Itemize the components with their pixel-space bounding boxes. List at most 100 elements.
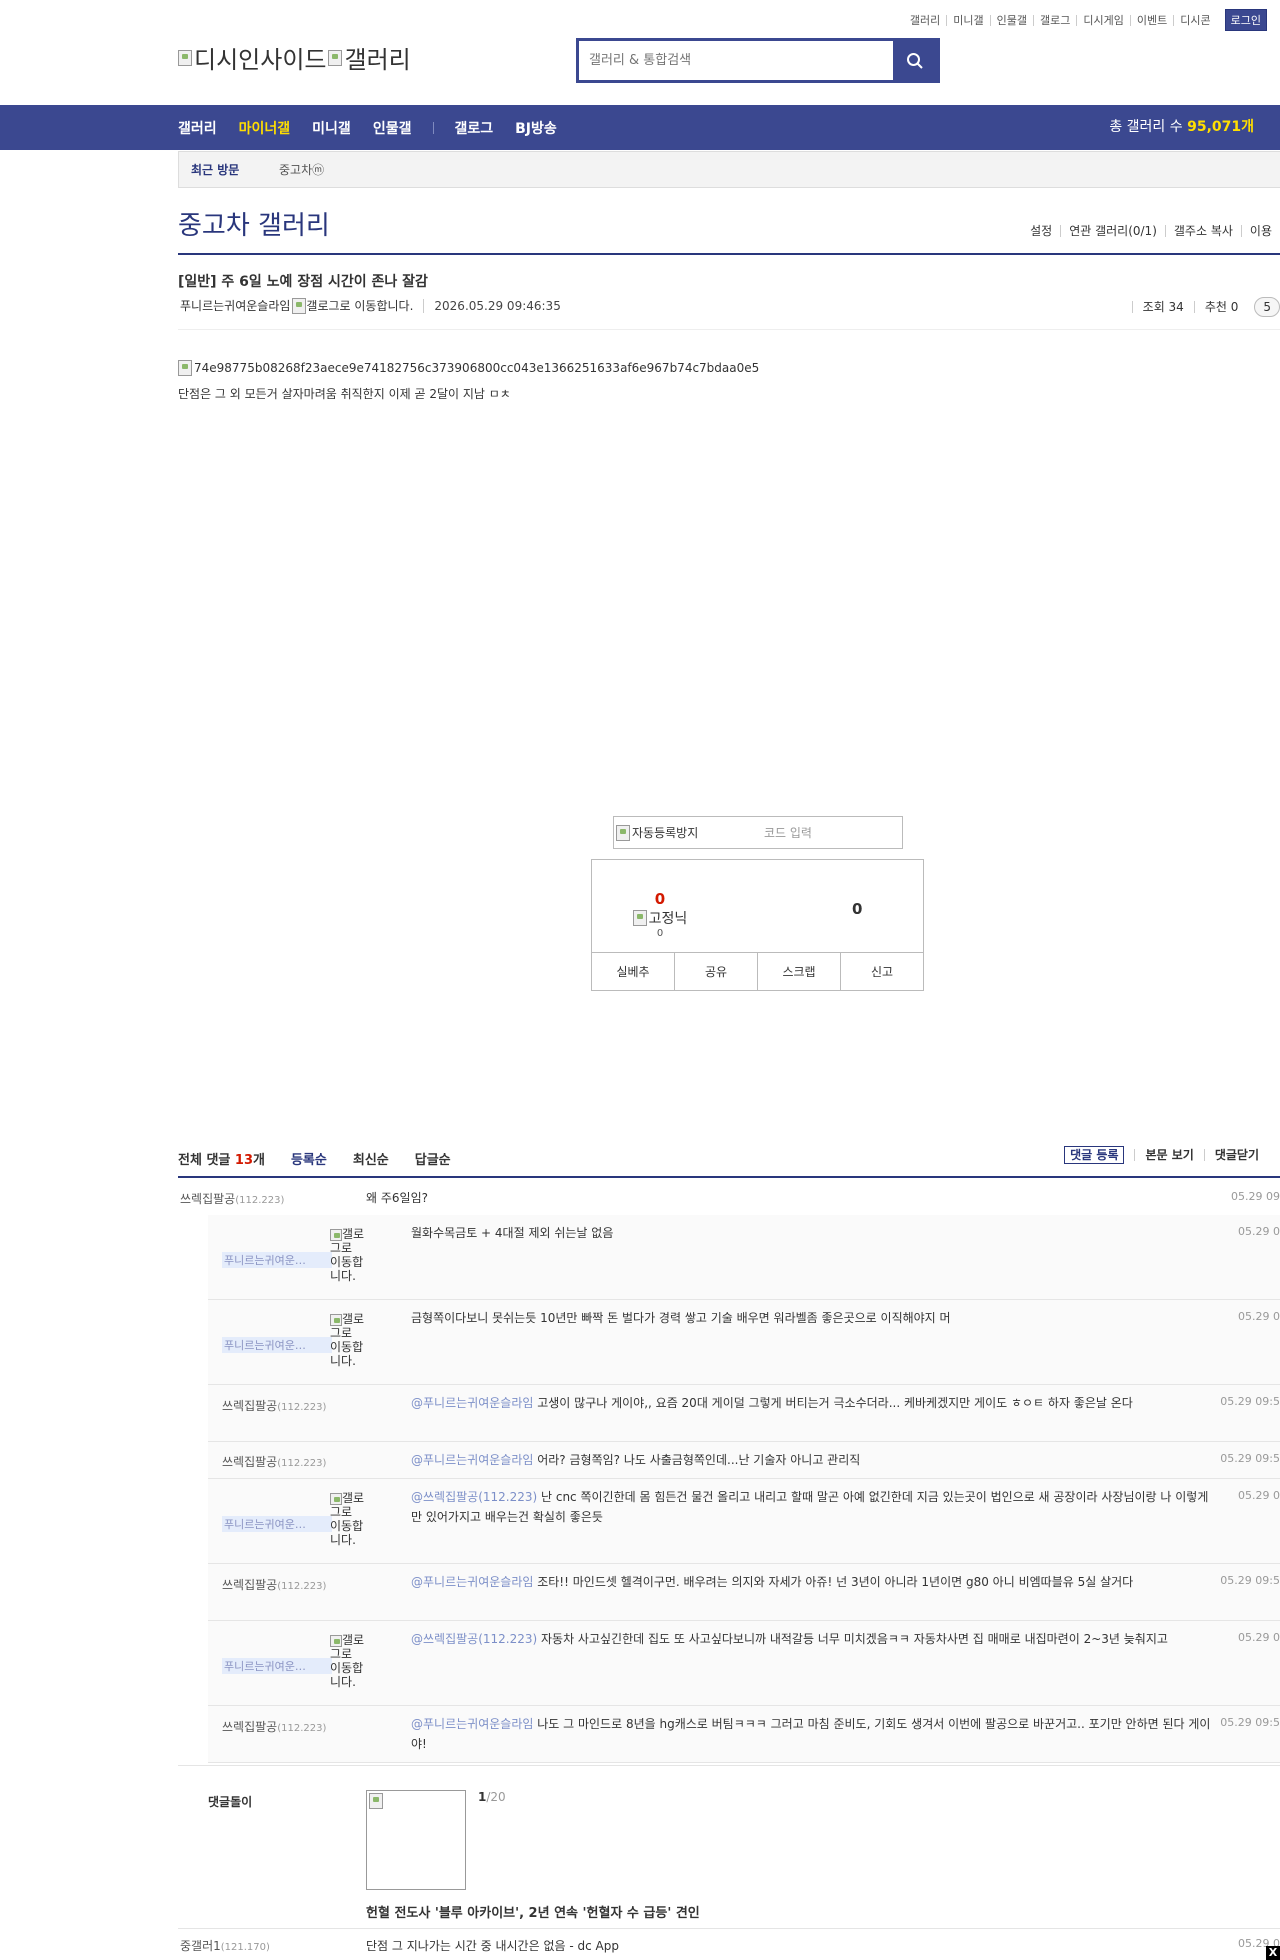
- gallery-title[interactable]: 중고차 갤러리: [178, 205, 330, 242]
- reply-ip: (112.223): [277, 1458, 327, 1469]
- reply-row: 쓰렉집팔공(112.223) @푸니르는귀여운슬라임 조타!! 마인드셋 헬격이…: [208, 1564, 1280, 1621]
- top-utility-nav: 갤러리 미니갤 인물갤 갤로그 디시게임 이벤트 디시콘 로그인: [904, 9, 1267, 31]
- post-image: 74e98775b08268f23aece9e74182756c37390680…: [178, 360, 759, 376]
- captcha-input[interactable]: 코드 입력: [764, 824, 812, 841]
- recommend-up[interactable]: 0 고정닉 0: [632, 890, 688, 939]
- nav-gallog[interactable]: 갤로그: [454, 118, 493, 138]
- topnav-gallery-link[interactable]: 갤러리: [904, 15, 946, 26]
- bot-headline-link[interactable]: 헌혈 전도사 '블루 아카이브', 2년 연속 '헌혈자 수 급등' 견인: [366, 1902, 700, 1921]
- post-divider: [178, 329, 1280, 330]
- broken-image-icon: [632, 910, 647, 926]
- reply-row: 푸니르는귀여운… 갤로그로 이동합니다. 금형쪽이다보니 못쉬는듯 10년만 빠…: [208, 1300, 1280, 1385]
- site-logo[interactable]: 디시인사이드 갤러리: [178, 40, 411, 75]
- silbe-recommend-button[interactable]: 실베추: [592, 953, 674, 990]
- gallog-link-alt[interactable]: 갤로그로 이동합니다.: [306, 297, 413, 314]
- fixed-nick-label: 고정닉: [648, 911, 688, 927]
- gallog-icon[interactable]: 갤로그로 이동합니다.: [330, 1227, 366, 1283]
- scrap-button[interactable]: 스크랩: [757, 953, 840, 990]
- reply-mention[interactable]: @푸니르는귀여운슬라임: [411, 1575, 533, 1589]
- reply-nick-fixed[interactable]: 푸니르는귀여운…: [222, 1658, 332, 1674]
- search-box: [576, 38, 940, 83]
- comment-total-prefix: 전체 댓글: [178, 1153, 235, 1168]
- reply-body: 월화수목금토 + 4대절 제외 쉬는날 없음: [411, 1226, 614, 1240]
- settings-link[interactable]: 설정: [1022, 225, 1060, 237]
- post-views: 조회 34: [1131, 301, 1194, 313]
- reply-ip: (112.223): [277, 1723, 327, 1734]
- recent-visit-label: 최근 방문: [191, 163, 240, 177]
- search-button[interactable]: [893, 41, 937, 80]
- reply-date: 05.29 09:5: [1220, 1395, 1280, 1408]
- related-gallery-link[interactable]: 연관 갤러리(0/1): [1060, 225, 1165, 237]
- comment-row: 쓰렉집팔공(112.223) 왜 주6일임? 05.29 09: [178, 1189, 1280, 1215]
- close-comments-button[interactable]: 댓글닫기: [1203, 1149, 1259, 1161]
- reply-nick-name: 쓰렉집팔공: [222, 1578, 278, 1592]
- post-recommend: 추천 0: [1193, 301, 1249, 313]
- reply-mention[interactable]: @쓰렉집팔공(112.223): [411, 1490, 537, 1504]
- reply-date: 05.29 0: [1238, 1489, 1280, 1502]
- topnav-dcgame-link[interactable]: 디시게임: [1076, 14, 1129, 26]
- reply-row: 쓰렉집팔공(112.223) @푸니르는귀여운슬라임 나도 그 마인드로 8년을…: [208, 1706, 1280, 1763]
- sort-latest[interactable]: 최신순: [353, 1149, 389, 1168]
- reply-mention[interactable]: @푸니르는귀여운슬라임: [411, 1717, 533, 1731]
- gallog-icon[interactable]: 갤로그로 이동합니다.: [330, 1312, 366, 1368]
- comment-nick[interactable]: 쓰렉집팔공(112.223): [180, 1190, 284, 1207]
- bot-counter-total: /20: [486, 1790, 506, 1804]
- nav-mini-gallery[interactable]: 미니갤: [312, 118, 351, 138]
- post-info: 푸니르는귀여운슬라임 갤로그로 이동합니다. 2026.05.29 09:46:…: [180, 297, 561, 314]
- comment-date: 05.29 09: [1231, 1190, 1280, 1203]
- topnav-person-link[interactable]: 인물갤: [989, 14, 1033, 26]
- reply-nick-fixed[interactable]: 푸니르는귀여운…: [222, 1337, 332, 1353]
- logo-alt-dcinside: 디시인사이드: [194, 46, 327, 74]
- copy-gallery-address-link[interactable]: 갤주소 복사: [1164, 225, 1241, 237]
- share-button[interactable]: 공유: [674, 953, 757, 990]
- reply-mention[interactable]: @푸니르는귀여운슬라임: [411, 1396, 533, 1410]
- report-button[interactable]: 신고: [840, 953, 923, 990]
- post-body-text: 단점은 그 외 모든거 살자마려움 취직한지 이제 곧 2달이 지남 ㅁㅊ: [178, 387, 511, 401]
- broken-image-icon: [616, 824, 630, 841]
- topnav-gallog-link[interactable]: 갤로그: [1033, 14, 1076, 26]
- close-icon[interactable]: X: [1266, 1946, 1280, 1960]
- reply-nick[interactable]: 쓰렉집팔공(112.223): [222, 1453, 326, 1470]
- nav-bj-broadcast[interactable]: BJ방송: [515, 118, 557, 138]
- nav-person-gallery[interactable]: 인물갤: [373, 118, 412, 138]
- sort-replies[interactable]: 답글순: [415, 1149, 451, 1168]
- usage-link[interactable]: 이용: [1240, 225, 1280, 237]
- reply-nick[interactable]: 쓰렉집팔공(112.223): [222, 1576, 326, 1593]
- broken-image-icon: [328, 49, 343, 66]
- gallery-options: 설정 연관 갤러리(0/1) 갤주소 복사 이용: [1022, 225, 1280, 237]
- reply-text: @푸니르는귀여운슬라임 나도 그 마인드로 8년을 hg캐스로 버팀ㅋㅋㅋ 그러…: [411, 1714, 1211, 1754]
- comment-register-button[interactable]: 댓글 등록: [1064, 1146, 1125, 1164]
- recommend-up-count: 0: [654, 890, 666, 908]
- topnav-minigal-link[interactable]: 미니갤: [946, 14, 989, 26]
- reply-mention[interactable]: @쓰렉집팔공(112.223): [411, 1632, 537, 1646]
- reply-nick-fixed[interactable]: 푸니르는귀여운…: [222, 1252, 332, 1268]
- recommend-down-count[interactable]: 0: [852, 900, 862, 918]
- gallog-icon[interactable]: 갤로그로 이동합니다.: [330, 1491, 366, 1547]
- total-gallery-value: 95,071개: [1187, 119, 1254, 135]
- bot-thumbnail[interactable]: [366, 1790, 466, 1890]
- reply-nick[interactable]: 쓰렉집팔공(112.223): [222, 1718, 326, 1735]
- nav-gallery[interactable]: 갤러리: [178, 118, 217, 138]
- nav-minor-gallery[interactable]: 마이너갤: [239, 118, 291, 138]
- login-button[interactable]: 로그인: [1224, 9, 1267, 31]
- topnav-dccon-link[interactable]: 디시콘: [1173, 14, 1216, 26]
- comment-text: 왜 주6일임?: [366, 1191, 428, 1205]
- reply-body: 조타!! 마인드셋 헬격이구먼. 배우려는 의지와 자세가 아쥬! 넌 3년이 …: [533, 1575, 1134, 1589]
- comment-nick[interactable]: 중갤러1(121.170): [180, 1937, 270, 1954]
- recent-visit-item[interactable]: 중고차ⓜ: [279, 161, 324, 178]
- sort-registered[interactable]: 등록순: [291, 1149, 327, 1168]
- comment-count-pill[interactable]: 5: [1254, 297, 1280, 317]
- broken-image-icon: [330, 1228, 342, 1241]
- topnav-event-link[interactable]: 이벤트: [1129, 14, 1173, 26]
- broken-image-icon: [330, 1634, 342, 1647]
- view-post-button[interactable]: 본문 보기: [1134, 1149, 1194, 1161]
- reply-mention[interactable]: @푸니르는귀여운슬라임: [411, 1453, 533, 1467]
- reply-nick-fixed[interactable]: 푸니르는귀여운…: [222, 1516, 332, 1532]
- post-author[interactable]: 푸니르는귀여운슬라임: [180, 297, 290, 314]
- main-nav-bar: 갤러리 마이너갤 미니갤 인물갤 갤로그 BJ방송 총 갤러리 수 95,071…: [0, 105, 1280, 150]
- reply-nick[interactable]: 쓰렉집팔공(112.223): [222, 1397, 326, 1414]
- post-title: [일반] 주 6일 노예 장점 시간이 존나 잘감: [178, 274, 428, 290]
- reply-row: 푸니르는귀여운… 갤로그로 이동합니다. @쓰렉집팔공(112.223) 자동차…: [208, 1621, 1280, 1706]
- gallog-icon[interactable]: 갤로그로 이동합니다.: [330, 1633, 366, 1689]
- search-input[interactable]: [579, 41, 893, 80]
